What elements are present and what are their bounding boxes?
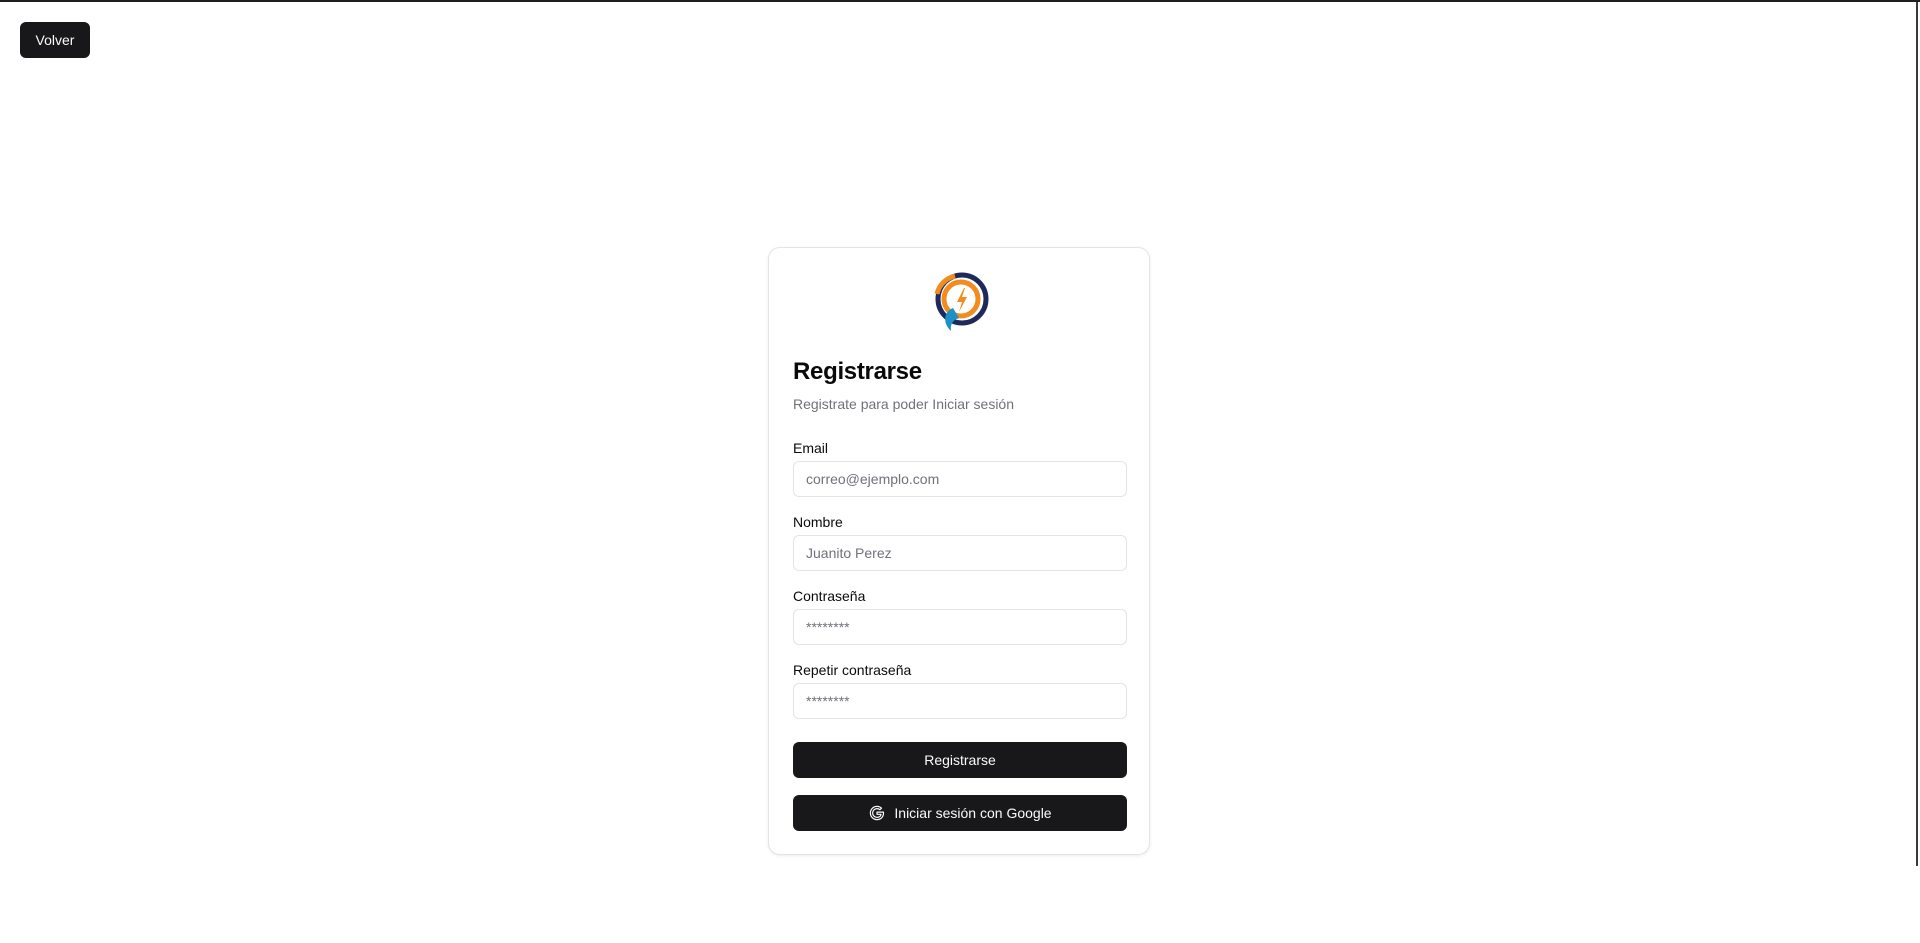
back-button[interactable]: Volver [20,22,90,58]
password-field[interactable] [793,609,1127,645]
page-title: Registrarse [793,358,922,385]
confirm-password-field[interactable] [793,683,1127,719]
name-label: Nombre [793,514,843,530]
register-button[interactable]: Registrarse [793,742,1127,778]
email-field[interactable] [793,461,1127,497]
page-scrollbar[interactable] [1916,2,1918,866]
google-icon [870,805,885,821]
page-subtitle: Registrate para poder Iniciar sesión [793,396,1015,412]
google-signin-button[interactable]: Iniciar sesión con Google [793,795,1127,831]
email-label: Email [793,440,829,456]
name-field[interactable] [793,535,1127,571]
lightning-circle-logo-icon [934,272,989,331]
confirm-password-label: Repetir contraseña [793,662,912,678]
register-button-label: Registrarse [924,752,996,768]
password-label: Contraseña [793,588,866,604]
register-card: Registrarse Registrate para poder Inicia… [768,247,1150,855]
window-top-border [0,0,1920,2]
google-signin-label: Iniciar sesión con Google [894,805,1052,821]
